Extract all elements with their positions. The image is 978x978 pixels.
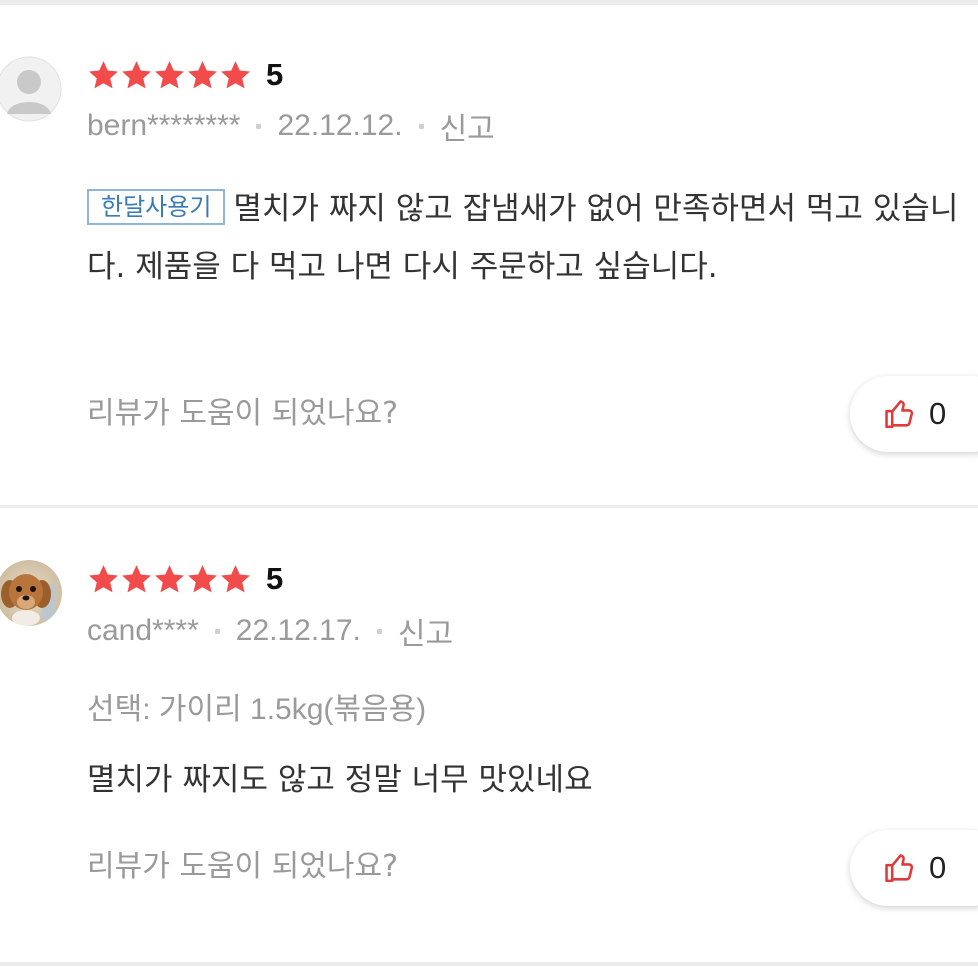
- like-count: 0: [929, 396, 947, 431]
- star-icon: [89, 60, 118, 88]
- star-icon: [155, 564, 184, 592]
- review-text: 한달사용기 멸치가 짜지 않고 잡냄새가 없어 만족하면서 먹고 있습니다. 제품…: [87, 180, 967, 296]
- review-tag: 한달사용기: [87, 189, 226, 225]
- like-button[interactable]: 0: [850, 830, 978, 906]
- review-date: 22.12.17.: [235, 614, 361, 647]
- separator-dot: [418, 123, 424, 129]
- separator-dot: [214, 628, 220, 634]
- star-icon: [188, 60, 217, 88]
- star-icon: [221, 564, 250, 592]
- review-body: 멸치가 짜지도 않고 정말 너무 맛있네요: [87, 762, 593, 798]
- rating-stars: 5: [87, 55, 283, 95]
- helpful-prompt: 리뷰가 도움이 되었나요?: [87, 396, 398, 431]
- review-meta: bern******** 22.12.12. 신고: [87, 106, 495, 146]
- default-user-icon: [0, 56, 62, 122]
- review-date: 22.12.12.: [277, 109, 403, 142]
- review-card: 5 cand**** 22.12.17. 신고 선택: 가이리 1.5kg(볶음…: [0, 508, 978, 962]
- rating-stars: 5: [87, 559, 283, 599]
- username: cand****: [87, 614, 199, 647]
- username: bern********: [87, 109, 241, 142]
- separator-dot: [376, 628, 382, 634]
- helpful-prompt: 리뷰가 도움이 되었나요?: [87, 849, 398, 884]
- like-button[interactable]: 0: [850, 376, 978, 452]
- star-icon: [155, 60, 184, 88]
- review-meta: cand**** 22.12.17. 신고: [87, 611, 453, 651]
- star-icon: [221, 60, 250, 88]
- review-divider: [0, 962, 978, 966]
- product-option: 선택: 가이리 1.5kg(볶음용): [87, 693, 427, 726]
- review-card: 5 bern******** 22.12.12. 신고 한달사용기 멸치가 짜지 …: [0, 0, 978, 505]
- report-link[interactable]: 신고: [398, 609, 453, 653]
- dog-photo-avatar: [0, 560, 62, 626]
- thumbs-up-icon: [885, 400, 914, 429]
- like-count: 0: [929, 850, 947, 885]
- star-icon: [122, 60, 151, 88]
- separator-dot: [256, 123, 262, 129]
- rating-score: 5: [266, 57, 284, 92]
- star-icon: [89, 564, 118, 592]
- report-link[interactable]: 신고: [440, 104, 495, 148]
- star-icon: [122, 564, 151, 592]
- star-icon: [188, 564, 217, 592]
- thumbs-up-icon: [885, 854, 914, 883]
- rating-score: 5: [266, 561, 284, 596]
